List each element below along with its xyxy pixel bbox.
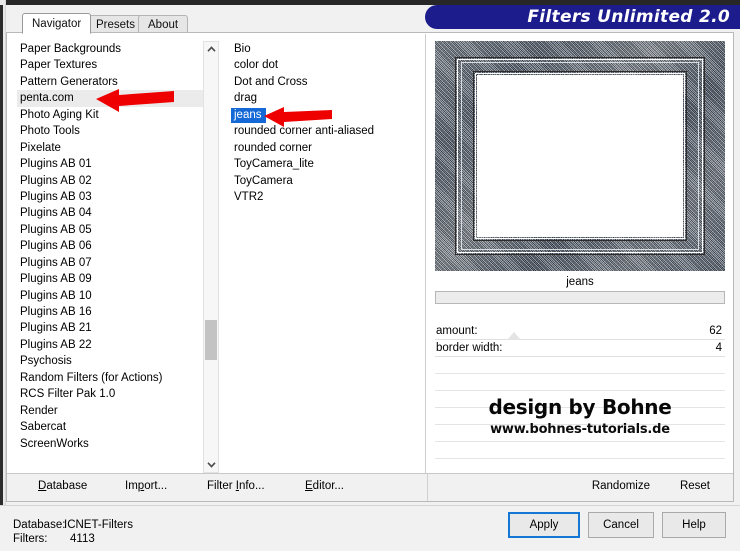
category-list-item[interactable]: RCS Filter Pak 1.0 (17, 386, 217, 402)
reset-button[interactable]: Reset (680, 480, 710, 492)
database-button[interactable]: Database (38, 480, 87, 492)
help-button[interactable]: Help (662, 512, 726, 538)
window-left-dark-strip (0, 5, 3, 510)
tab-navigator[interactable]: Navigator (22, 13, 91, 34)
filter-list-item[interactable]: color dot (231, 57, 421, 73)
category-list-item[interactable]: Random Filters (for Actions) (17, 370, 217, 386)
category-list-item[interactable]: Plugins AB 16 (17, 304, 217, 320)
apply-button[interactable]: Apply (508, 512, 580, 538)
category-list-item[interactable]: Photo Aging Kit (17, 107, 217, 123)
import-button[interactable]: Import... (125, 480, 167, 492)
category-list-item[interactable]: Photo Tools (17, 123, 217, 139)
filter-list-item[interactable]: Dot and Cross (231, 74, 421, 90)
tab-presets[interactable]: Presets (86, 15, 145, 33)
parameter-row-empty (435, 425, 725, 442)
scrollbar-thumb[interactable] (205, 320, 217, 360)
parameter-row-empty (435, 442, 725, 459)
category-list[interactable]: Paper BackgroundsPaper TexturesPattern G… (17, 41, 217, 473)
tab-strip: Navigator Presets About (6, 13, 734, 33)
parameter-row[interactable]: amount: 62 (435, 323, 725, 340)
category-list-item[interactable]: Plugins AB 01 (17, 156, 217, 172)
parameter-scroll-bar[interactable] (435, 291, 725, 304)
category-list-item[interactable]: Plugins AB 04 (17, 205, 217, 221)
parameter-slider-thumb[interactable] (507, 332, 521, 340)
panel-divider (425, 34, 426, 474)
status-filters-label: Filters: (13, 533, 48, 545)
category-list-item[interactable]: Render (17, 403, 217, 419)
filter-list-item[interactable]: ToyCamera (231, 173, 421, 189)
category-list-item[interactable]: Plugins AB 02 (17, 173, 217, 189)
parameter-row[interactable]: border width: 4 (435, 340, 725, 357)
filter-list-item-selected[interactable]: jeans (231, 108, 266, 123)
status-database-label: Database: (13, 519, 65, 531)
filter-info-button[interactable]: Filter Info... (207, 480, 265, 492)
filter-list-item[interactable]: drag (231, 90, 421, 106)
parameter-row-empty (435, 374, 725, 391)
category-list-item[interactable]: Sabercat (17, 419, 217, 435)
filter-list-item[interactable]: VTR2 (231, 189, 421, 205)
parameter-label: border width: (436, 340, 502, 356)
category-list-scrollbar[interactable] (203, 41, 219, 473)
parameter-row-empty (435, 357, 725, 374)
parameter-row-empty (435, 391, 725, 408)
filter-preview (435, 41, 725, 271)
cancel-button[interactable]: Cancel (588, 512, 654, 538)
filter-list-item[interactable]: rounded corner anti-aliased (231, 123, 421, 139)
command-bar: Database Import... Filter Info... Editor… (7, 473, 733, 501)
filter-list-item[interactable]: rounded corner (231, 140, 421, 156)
category-list-item[interactable]: Paper Backgrounds (17, 41, 217, 57)
filter-list-item[interactable]: Bio (231, 41, 421, 57)
preview-center-area (477, 75, 683, 237)
category-list-item[interactable]: Psychosis (17, 353, 217, 369)
editor-button[interactable]: Editor... (305, 480, 344, 492)
category-list-item[interactable]: penta.com (17, 90, 217, 106)
parameter-value: 4 (716, 340, 722, 356)
status-database-value: ICNET-Filters (64, 519, 133, 531)
category-list-item[interactable]: ScreenWorks (17, 436, 217, 452)
category-list-item[interactable]: Plugins AB 10 (17, 288, 217, 304)
category-list-item[interactable]: Paper Textures (17, 57, 217, 73)
preview-filter-name: jeans (435, 274, 725, 290)
category-list-item[interactable]: Pattern Generators (17, 74, 217, 90)
category-list-item[interactable]: Plugins AB 06 (17, 238, 217, 254)
tab-about[interactable]: About (138, 15, 188, 33)
chevron-up-icon[interactable] (204, 42, 218, 57)
category-list-item[interactable]: Plugins AB 05 (17, 222, 217, 238)
category-list-item[interactable]: Plugins AB 07 (17, 255, 217, 271)
filter-list-item[interactable]: ToyCamera_lite (231, 156, 421, 172)
category-list-item[interactable]: Pixelate (17, 140, 217, 156)
filter-list[interactable]: Biocolor dotDot and Crossdragjeansrounde… (231, 41, 421, 473)
status-filters-value: 4113 (70, 533, 95, 545)
parameter-row-empty (435, 408, 725, 425)
navigator-panel: Paper BackgroundsPaper TexturesPattern G… (6, 32, 734, 502)
filter-list-item[interactable]: jeans (231, 107, 421, 123)
parameter-label: amount: (436, 323, 478, 339)
category-list-item[interactable]: Plugins AB 21 (17, 320, 217, 336)
chevron-down-icon[interactable] (204, 457, 218, 472)
category-list-item[interactable]: Plugins AB 03 (17, 189, 217, 205)
filters-unlimited-window: Filters Unlimited 2.0 Navigator Presets … (0, 0, 740, 551)
category-list-item[interactable]: Plugins AB 09 (17, 271, 217, 287)
category-list-item[interactable]: Plugins AB 22 (17, 337, 217, 353)
randomize-button[interactable]: Randomize (592, 480, 650, 492)
parameter-value: 62 (709, 323, 722, 339)
parameter-list: amount: 62 border width: 4 (435, 323, 725, 473)
